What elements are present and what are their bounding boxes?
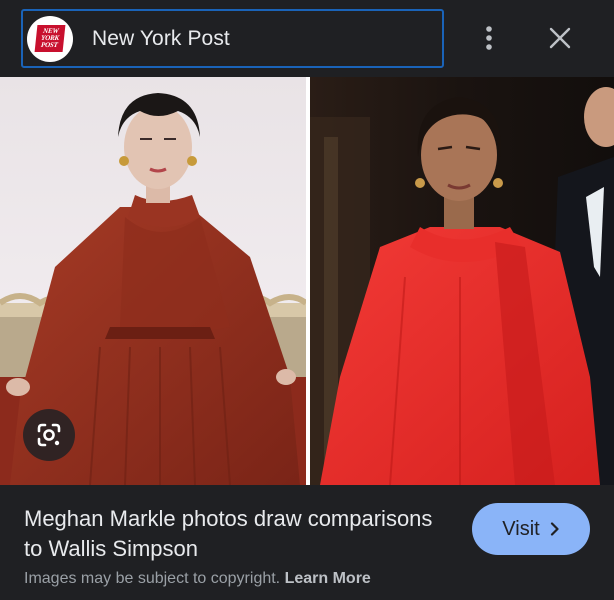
viewer-header: NEW YORK POST New York Post [0,0,614,76]
more-vert-icon [486,26,492,50]
learn-more-link[interactable]: Learn More [285,570,371,587]
copyright-text: Images may be subject to copyright. [24,570,281,587]
visit-label: Visit [502,517,540,540]
more-options-button[interactable] [474,20,504,56]
source-name: New York Post [92,26,230,50]
close-button[interactable] [542,20,578,56]
image-viewer: NEW YORK POST New York Post Meghan Markl… [0,0,614,600]
copyright-notice: Images may be subject to copyright. Lear… [24,570,371,588]
source-link[interactable]: NEW YORK POST New York Post [21,9,444,68]
logo-wordmark: NEW YORK POST [34,25,66,52]
image-preview[interactable] [0,77,614,485]
google-lens-button[interactable] [23,409,75,461]
image-caption: Meghan Markle photos draw comparisons to… [0,485,614,600]
google-lens-icon [37,423,61,447]
visit-button[interactable]: Visit [472,503,590,555]
article-title[interactable]: Meghan Markle photos draw comparisons to… [24,504,444,564]
new-york-post-logo: NEW YORK POST [27,15,73,62]
right-photo [310,77,614,485]
chevron-right-icon [550,522,559,536]
close-icon [549,27,571,49]
